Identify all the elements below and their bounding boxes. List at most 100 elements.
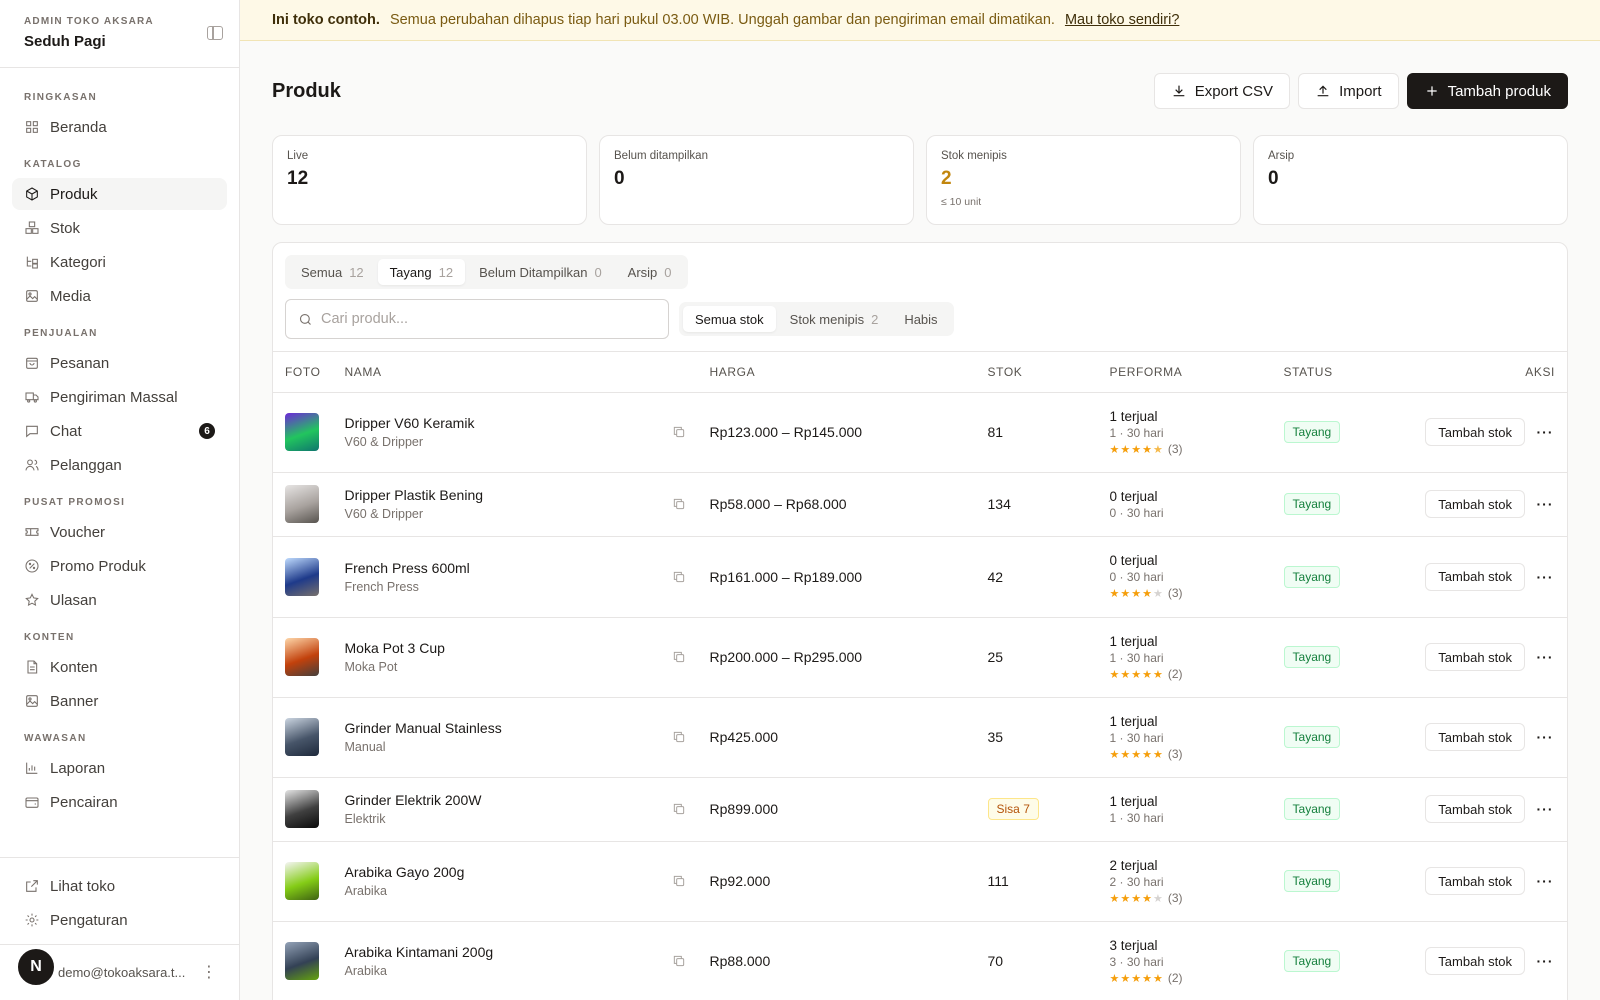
stock-filter-habis[interactable]: Habis (892, 306, 949, 332)
add-stock-button[interactable]: Tambah stok (1425, 562, 1525, 591)
table-row[interactable]: Grinder Elektrik 200W Elektrik Rp899.000… (273, 777, 1567, 842)
product-name[interactable]: Arabika Kintamani 200g (345, 944, 494, 960)
product-thumbnail[interactable] (285, 942, 319, 980)
cell-aksi: Tambah stok ··· (1401, 392, 1567, 473)
table-row[interactable]: Dripper Plastik Bening V60 & Dripper Rp5… (273, 472, 1567, 537)
tab-count: 0 (664, 264, 672, 280)
more-horizontal-icon[interactable]: ··· (1535, 953, 1555, 969)
external-link-icon (24, 878, 40, 894)
user-menu[interactable]: N demo@tokoaksara.t... ⋮ (0, 944, 239, 1000)
status-badge: Tayang (1283, 798, 1341, 820)
more-horizontal-icon[interactable]: ··· (1535, 424, 1555, 440)
sidebar-item-chat[interactable]: Chat 6 (12, 415, 227, 447)
table-row[interactable]: Grinder Manual Stainless Manual Rp425.00… (273, 697, 1567, 778)
bag-icon (24, 355, 40, 371)
product-thumbnail[interactable] (285, 718, 319, 756)
add-stock-button[interactable]: Tambah stok (1425, 723, 1525, 751)
product-thumbnail[interactable] (285, 413, 319, 451)
product-thumbnail[interactable] (285, 557, 319, 596)
sidebar-item-voucher[interactable]: Voucher (12, 516, 227, 548)
tab-label: Tayang (389, 264, 432, 280)
add-stock-button[interactable]: Tambah stok (1425, 795, 1525, 823)
sidebar-item-konten[interactable]: Konten (12, 651, 227, 683)
add-product-button[interactable]: Tambah produk (1406, 73, 1568, 109)
product-name[interactable]: Moka Pot 3 Cup (345, 640, 445, 656)
product-name[interactable]: Grinder Manual Stainless (345, 720, 502, 736)
table-row[interactable]: Dripper V60 Keramik V60 & Dripper Rp123.… (273, 392, 1567, 473)
cell-stok: 35 (975, 697, 1098, 778)
table-row[interactable]: Moka Pot 3 Cup Moka Pot Rp200.000 – Rp29… (273, 617, 1567, 698)
copy-icon[interactable] (672, 874, 686, 888)
product-thumbnail[interactable] (285, 790, 319, 828)
stock-filter-stok-menipis[interactable]: Stok menipis 2 (778, 306, 891, 332)
copy-icon[interactable] (672, 497, 686, 511)
more-horizontal-icon[interactable]: ··· (1535, 801, 1555, 817)
copy-icon[interactable] (672, 425, 686, 439)
stock-filter-semua-stok[interactable]: Semua stok (683, 306, 776, 332)
sidebar-item-pesanan[interactable]: Pesanan (12, 347, 227, 379)
more-vertical-icon[interactable]: ⋮ (201, 965, 217, 981)
sidebar-item-laporan[interactable]: Laporan (12, 752, 227, 784)
sidebar-item-pengaturan[interactable]: Pengaturan (12, 904, 227, 936)
sidebar-item-stok[interactable]: Stok (12, 212, 227, 244)
banner-link[interactable]: Mau toko sendiri? (1065, 12, 1179, 28)
name-wrap: Moka Pot 3 Cup Moka Pot (345, 640, 686, 674)
sidebar-item-promo-produk[interactable]: Promo Produk (12, 550, 227, 582)
copy-icon[interactable] (672, 802, 686, 816)
tab-count: 12 (349, 264, 364, 280)
copy-icon[interactable] (672, 730, 686, 744)
name-wrap: French Press 600ml French Press (345, 560, 686, 594)
copy-icon[interactable] (672, 954, 686, 968)
add-stock-button[interactable]: Tambah stok (1425, 643, 1525, 671)
tab-tayang[interactable]: Tayang 12 (377, 259, 466, 285)
sidebar-item-beranda[interactable]: Beranda (12, 111, 227, 143)
more-horizontal-icon[interactable]: ··· (1535, 496, 1555, 512)
more-horizontal-icon[interactable]: ··· (1535, 569, 1555, 585)
product-price: Rp88.000 (709, 953, 771, 969)
rating-stars: ★★★★★ (3) (1109, 441, 1183, 456)
add-stock-button[interactable]: Tambah stok (1425, 490, 1525, 518)
download-icon (1173, 85, 1185, 97)
sidebar-item-media[interactable]: Media (12, 280, 227, 312)
add-stock-button[interactable]: Tambah stok (1425, 947, 1525, 975)
product-thumbnail[interactable] (285, 485, 319, 523)
product-name[interactable]: French Press 600ml (345, 560, 470, 576)
export-csv-button[interactable]: Export CSV (1153, 73, 1291, 109)
product-thumbnail[interactable] (285, 862, 319, 900)
search-box[interactable] (285, 299, 669, 339)
product-thumbnail[interactable] (285, 638, 319, 676)
add-stock-button[interactable]: Tambah stok (1425, 867, 1525, 895)
sidebar-item-banner[interactable]: Banner (12, 685, 227, 717)
import-button[interactable]: Import (1298, 73, 1399, 109)
sidebar-item-pengiriman-massal[interactable]: Pengiriman Massal (12, 381, 227, 413)
add-stock-button[interactable]: Tambah stok (1425, 418, 1525, 446)
more-horizontal-icon[interactable]: ··· (1535, 729, 1555, 745)
product-name[interactable]: Grinder Elektrik 200W (345, 792, 482, 808)
tab-belum-ditampilkan[interactable]: Belum Ditampilkan 0 (467, 259, 614, 285)
sidebar-item-kategori[interactable]: Kategori (12, 246, 227, 278)
product-name[interactable]: Dripper V60 Keramik (345, 415, 475, 431)
more-horizontal-icon[interactable]: ··· (1535, 873, 1555, 889)
product-name[interactable]: Dripper Plastik Bening (345, 487, 484, 503)
sidebar-item-ulasan[interactable]: Ulasan (12, 584, 227, 616)
stock-value: 35 (987, 729, 1004, 745)
store-name: Seduh Pagi (24, 33, 106, 50)
sidebar-item-produk[interactable]: Produk (12, 178, 227, 210)
table-row[interactable]: Arabika Gayo 200g Arabika Rp92.000 111 2 … (273, 841, 1567, 922)
more-horizontal-icon[interactable]: ··· (1535, 649, 1555, 665)
sidebar-item-pelanggan[interactable]: Pelanggan (12, 449, 227, 481)
product-name[interactable]: Arabika Gayo 200g (345, 864, 465, 880)
products-panel: Semua 12 Tayang 12 Belum Ditampilkan 0 Arsip 0 … (272, 242, 1568, 1000)
search-input[interactable] (321, 311, 641, 327)
table-row[interactable]: French Press 600ml French Press Rp161.00… (273, 536, 1567, 618)
copy-icon[interactable] (672, 570, 686, 584)
avatar[interactable]: N (16, 947, 56, 987)
cell-aksi: Tambah stok ··· (1401, 536, 1567, 618)
sidebar-item-lihat-toko[interactable]: Lihat toko (12, 870, 227, 902)
sidebar-item-pencairan[interactable]: Pencairan (12, 786, 227, 818)
copy-icon[interactable] (672, 650, 686, 664)
tab-arsip[interactable]: Arsip 0 (616, 259, 684, 285)
tab-semua[interactable]: Semua 12 (289, 259, 376, 285)
table-row[interactable]: Arabika Kintamani 200g Arabika Rp88.000 7… (273, 921, 1567, 1000)
sidebar-collapse-icon[interactable] (207, 26, 223, 40)
